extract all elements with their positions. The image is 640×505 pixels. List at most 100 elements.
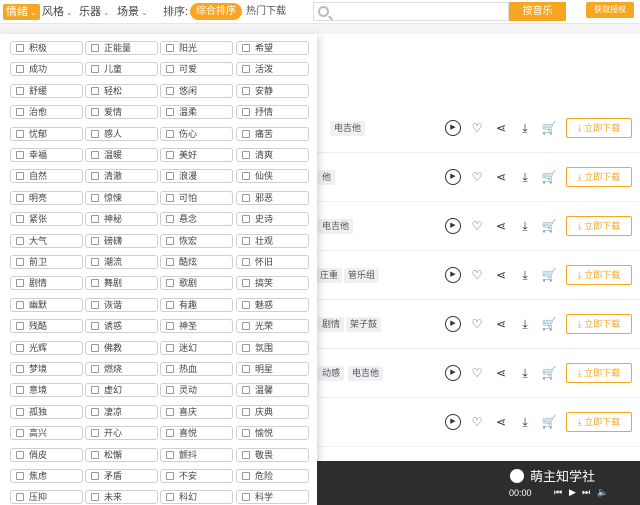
checkbox[interactable]	[242, 279, 250, 288]
play-icon[interactable]: ▶	[445, 365, 461, 381]
song-tag[interactable]: 电吉他	[348, 366, 384, 381]
mood-option[interactable]: 温柔	[160, 105, 233, 120]
mood-option[interactable]: 可爱	[160, 62, 233, 77]
nav-mood[interactable]: 情绪 ⌄	[3, 4, 40, 20]
mood-option[interactable]: 成功	[10, 62, 83, 77]
checkbox[interactable]	[91, 44, 99, 52]
checkbox[interactable]	[91, 407, 99, 416]
mood-option[interactable]: 凄凉	[85, 404, 158, 419]
checkbox[interactable]	[166, 343, 174, 352]
mood-option[interactable]: 清澈	[85, 169, 158, 184]
checkbox[interactable]	[242, 215, 250, 224]
mood-option[interactable]: 幸福	[10, 148, 83, 162]
download-icon[interactable]: ⤓	[517, 267, 533, 283]
mood-option[interactable]: 恢宏	[160, 233, 233, 248]
mood-option[interactable]: 虚幻	[85, 383, 158, 398]
checkbox[interactable]	[91, 215, 99, 224]
song-tag[interactable]: 剧情	[318, 317, 345, 332]
checkbox[interactable]	[16, 151, 24, 159]
sort-comprehensive[interactable]: 综合排序	[190, 3, 242, 20]
mood-option[interactable]: 喜庆	[160, 404, 233, 419]
checkbox[interactable]	[166, 429, 174, 438]
mood-option[interactable]: 敬畏	[236, 447, 309, 462]
mood-option[interactable]: 大气	[10, 233, 83, 248]
checkbox[interactable]	[16, 236, 24, 245]
checkbox[interactable]	[16, 258, 24, 266]
mood-option[interactable]: 舞剧	[85, 276, 158, 291]
checkbox[interactable]	[16, 172, 24, 181]
checkbox[interactable]	[242, 365, 250, 373]
mood-option[interactable]: 神秘	[85, 212, 158, 227]
volume-icon[interactable]: 🔈	[597, 487, 608, 498]
checkbox[interactable]	[166, 322, 174, 331]
mood-option[interactable]: 前卫	[10, 255, 83, 269]
favorite-icon[interactable]: ♡	[469, 267, 485, 283]
mood-option[interactable]: 俏皮	[10, 447, 83, 462]
checkbox[interactable]	[91, 493, 99, 502]
mood-option[interactable]: 活泼	[236, 62, 309, 77]
mood-option[interactable]: 喜悦	[160, 426, 233, 441]
checkbox[interactable]	[91, 279, 99, 288]
checkbox[interactable]	[91, 193, 99, 202]
mood-option[interactable]: 儿童	[85, 62, 158, 77]
checkbox[interactable]	[166, 493, 174, 502]
mood-option[interactable]: 佛教	[85, 340, 158, 355]
checkbox[interactable]	[91, 108, 99, 117]
search-input[interactable]	[334, 4, 504, 19]
song-tag[interactable]: 电吉他	[318, 219, 354, 234]
checkbox[interactable]	[166, 450, 174, 459]
checkbox[interactable]	[242, 322, 250, 331]
cart-icon[interactable]: 🛒	[541, 218, 557, 234]
mood-option[interactable]: 紧张	[10, 212, 83, 227]
checkbox[interactable]	[91, 322, 99, 331]
checkbox[interactable]	[166, 129, 174, 138]
mood-option[interactable]: 阳光	[160, 41, 233, 55]
checkbox[interactable]	[166, 386, 174, 395]
play-icon[interactable]: ▶	[445, 414, 461, 430]
mood-option[interactable]: 悠闲	[160, 83, 233, 98]
mood-option[interactable]: 有趣	[160, 297, 233, 312]
mood-option[interactable]: 浪漫	[160, 169, 233, 184]
checkbox[interactable]	[242, 343, 250, 352]
mood-option[interactable]: 感人	[85, 126, 158, 141]
mood-option[interactable]: 焦虑	[10, 469, 83, 483]
checkbox[interactable]	[166, 151, 174, 159]
mood-option[interactable]: 灵动	[160, 383, 233, 398]
mood-option[interactable]: 壮观	[236, 233, 309, 248]
get-license-button[interactable]: 获取授权	[586, 2, 634, 18]
mood-option[interactable]: 光辉	[10, 340, 83, 355]
cart-icon[interactable]: 🛒	[541, 414, 557, 430]
song-tag[interactable]: 庄重	[316, 268, 343, 283]
mood-option[interactable]: 歌剧	[160, 276, 233, 291]
download-now-button[interactable]: ⤓ 立即下载	[566, 412, 632, 432]
download-now-button[interactable]: ⤓ 立即下载	[566, 216, 632, 236]
checkbox[interactable]	[242, 108, 250, 117]
checkbox[interactable]	[16, 279, 24, 288]
favorite-icon[interactable]: ♡	[469, 316, 485, 332]
mood-option[interactable]: 史诗	[236, 212, 309, 227]
mood-option[interactable]: 诙谐	[85, 297, 158, 312]
mood-option[interactable]: 氛围	[236, 340, 309, 355]
checkbox[interactable]	[16, 322, 24, 331]
checkbox[interactable]	[91, 151, 99, 159]
share-icon[interactable]: ⋖	[493, 414, 509, 430]
song-tag[interactable]: 管乐组	[344, 268, 380, 283]
mood-option[interactable]: 未来	[85, 490, 158, 505]
play-icon[interactable]: ▶	[569, 487, 576, 498]
download-icon[interactable]: ⤓	[517, 414, 533, 430]
mood-option[interactable]: 不安	[160, 469, 233, 483]
mood-option[interactable]: 松懈	[85, 447, 158, 462]
mood-option[interactable]: 抒情	[236, 105, 309, 120]
checkbox[interactable]	[91, 450, 99, 459]
mood-option[interactable]: 迷幻	[160, 340, 233, 355]
previous-icon[interactable]: ⏮	[554, 487, 562, 498]
checkbox[interactable]	[16, 65, 24, 74]
share-icon[interactable]: ⋖	[493, 120, 509, 136]
mood-option[interactable]: 清爽	[236, 148, 309, 162]
play-icon[interactable]: ▶	[445, 218, 461, 234]
checkbox[interactable]	[16, 365, 24, 373]
checkbox[interactable]	[91, 129, 99, 138]
sort-hot-downloads[interactable]: 热门下载	[240, 3, 292, 20]
mood-option[interactable]: 搞笑	[236, 276, 309, 291]
mood-option[interactable]: 怀旧	[236, 255, 309, 269]
